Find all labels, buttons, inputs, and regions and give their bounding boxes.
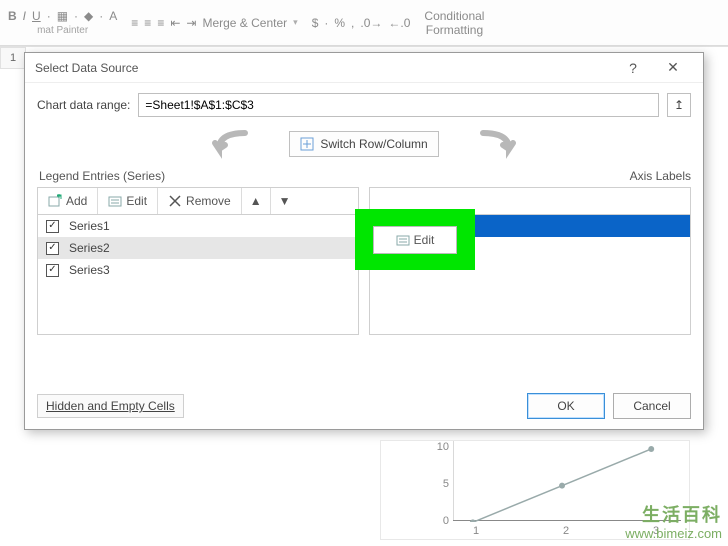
edit-series-button[interactable]: Edit <box>98 188 158 214</box>
bold-button[interactable]: B <box>8 9 17 23</box>
range-picker-button[interactable]: ↥ <box>667 93 691 117</box>
swap-icon <box>300 137 314 151</box>
font-color-icon[interactable]: A <box>109 9 117 23</box>
arrow-left-icon <box>209 129 249 159</box>
align-right-icon[interactable]: ≡ <box>157 16 164 30</box>
series-label: Series2 <box>69 241 110 255</box>
axis-labels-label: Axis Labels <box>371 169 691 183</box>
series-label: Series1 <box>69 219 110 233</box>
clipboard-group-label: mat Painter <box>37 25 88 36</box>
comma-button[interactable]: , <box>351 16 354 30</box>
merge-center-button[interactable]: Merge & Center <box>202 16 287 30</box>
align-left-icon[interactable]: ≡ <box>131 16 138 30</box>
ok-button[interactable]: OK <box>527 393 605 419</box>
legend-entries-label: Legend Entries (Series) <box>39 169 359 183</box>
x-tick: 1 <box>473 525 479 537</box>
edit-axis-labels-button[interactable]: Edit <box>373 226 457 254</box>
tutorial-highlight: Edit <box>357 211 473 268</box>
decrease-decimal-icon[interactable]: ←.0 <box>388 16 410 30</box>
move-up-button[interactable]: ▲ <box>242 188 271 214</box>
remove-icon <box>168 194 182 208</box>
edit-icon <box>108 194 122 208</box>
close-button[interactable]: ✕ <box>653 54 693 82</box>
legend-entries-panel: Legend Entries (Series) Add Edit Remove <box>37 167 359 335</box>
add-icon <box>48 194 62 208</box>
remove-series-button[interactable]: Remove <box>158 188 242 214</box>
legend-toolbar: Add Edit Remove ▲ ▼ <box>37 187 359 215</box>
add-series-button[interactable]: Add <box>38 188 98 214</box>
series-listbox[interactable]: ✓ Series1 ✓ Series2 ✓ Series3 <box>37 215 359 335</box>
series-label: Series3 <box>69 263 110 277</box>
chevron-down-icon[interactable]: ▾ <box>293 17 298 28</box>
series-list-item[interactable]: ✓ Series1 <box>38 215 358 237</box>
arrow-right-icon <box>479 129 519 159</box>
fill-color-icon[interactable]: ◆ <box>84 9 93 23</box>
move-down-button[interactable]: ▼ <box>271 188 299 214</box>
row-header-1[interactable]: 1 <box>0 47 26 69</box>
increase-decimal-icon[interactable]: .0→ <box>360 16 382 30</box>
align-center-icon[interactable]: ≡ <box>144 16 151 30</box>
watermark: 生活百科 www.bimeiz.com <box>625 505 722 542</box>
cancel-button[interactable]: Cancel <box>613 393 691 419</box>
series-list-item[interactable]: ✓ Series3 <box>38 259 358 281</box>
checkbox[interactable]: ✓ <box>46 220 59 233</box>
y-tick: 0 <box>443 515 449 527</box>
currency-button[interactable]: $ <box>312 16 319 30</box>
italic-button[interactable]: I <box>23 9 26 23</box>
indent-increase-icon[interactable]: ⇥ <box>186 16 196 30</box>
chart-data-range-input[interactable] <box>138 93 659 117</box>
help-button[interactable]: ? <box>613 54 653 82</box>
y-tick: 5 <box>443 478 449 490</box>
border-icon[interactable]: ▦ <box>57 9 68 23</box>
percent-button[interactable]: % <box>334 16 345 30</box>
edit-icon <box>396 233 410 247</box>
series-list-item[interactable]: ✓ Series2 <box>38 237 358 259</box>
switch-row-column-button[interactable]: Switch Row/Column <box>289 131 438 157</box>
dialog-title: Select Data Source <box>35 61 613 75</box>
checkbox[interactable]: ✓ <box>46 242 59 255</box>
chart-data-range-label: Chart data range: <box>37 98 130 112</box>
x-tick: 2 <box>563 525 569 537</box>
indent-decrease-icon[interactable]: ⇤ <box>170 16 180 30</box>
ribbon: B I U · ▦ · ◆ · A mat Painter ≡ ≡ ≡ ⇤ ⇥ … <box>0 0 728 46</box>
underline-button[interactable]: U <box>32 9 41 23</box>
conditional-formatting-button[interactable]: Conditional Formatting <box>424 9 484 37</box>
hidden-empty-cells-button[interactable]: Hidden and Empty Cells <box>37 394 184 418</box>
y-tick: 10 <box>437 441 449 453</box>
checkbox[interactable]: ✓ <box>46 264 59 277</box>
